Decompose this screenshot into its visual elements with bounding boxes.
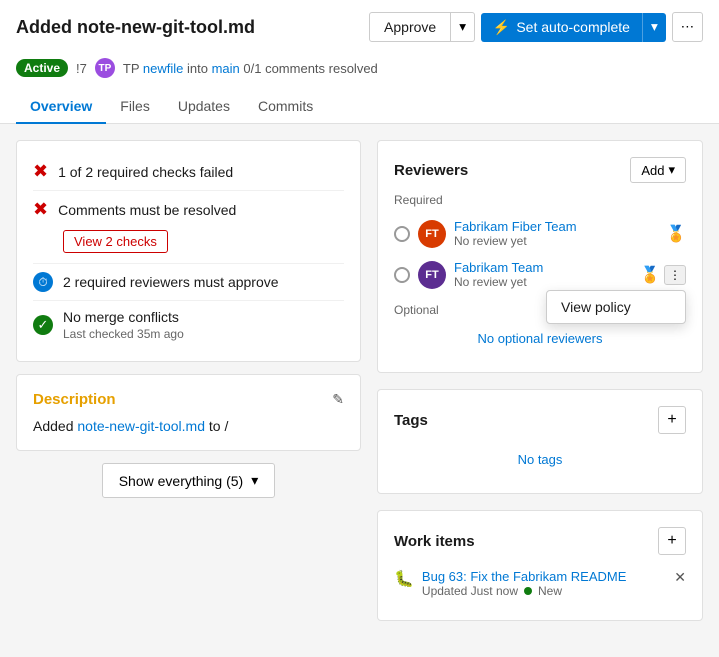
work-item-info-1: Bug 63: Fix the Fabrikam README Updated … [422, 569, 666, 598]
check-comments: ✖ Comments must be resolved [33, 199, 344, 220]
reviewer-item-2: FT Fabrikam Team No review yet 🏅 ⋮ View … [394, 254, 686, 295]
show-everything-button[interactable]: Show everything (5) ▾ [102, 463, 276, 498]
tags-card: Tags + No tags [377, 389, 703, 494]
autocomplete-btn-group: ⚡ Set auto-complete ▾ [481, 13, 666, 42]
context-menu: View policy [546, 290, 686, 324]
status-badge: Active [16, 59, 68, 77]
tab-updates[interactable]: Updates [164, 90, 244, 124]
branch-link[interactable]: newfile [143, 61, 183, 76]
reviewer-name-1: Fabrikam Fiber Team [454, 219, 658, 234]
chevron-down-icon: ▾ [459, 19, 466, 34]
merge-info: No merge conflicts Last checked 35m ago [63, 309, 184, 341]
description-content: Added note-new-git-tool.md to / [33, 418, 344, 434]
nav-tabs: Overview Files Updates Commits [16, 90, 703, 123]
close-work-item-button[interactable]: ✕ [674, 569, 686, 586]
tags-header: Tags + [394, 406, 686, 434]
error-icon: ✖ [33, 161, 48, 182]
reviewers-title: Reviewers [394, 162, 468, 179]
context-menu-item-view-policy[interactable]: View policy [547, 291, 685, 323]
header-actions: Approve ▾ ⚡ Set auto-complete ▾ ⋯ [369, 12, 703, 42]
header-top: Added note-new-git-tool.md Approve ▾ ⚡ S… [16, 12, 703, 42]
more-options-button[interactable]: ⋯ [672, 12, 703, 42]
chevron-down-icon: ▾ [668, 162, 675, 178]
reviewer-item-1: FT Fabrikam Fiber Team No review yet 🏅 [394, 213, 686, 254]
target-branch-link[interactable]: main [212, 61, 240, 76]
reviewer-status-1: No review yet [454, 234, 658, 248]
check-reviewers: ⏱ 2 required reviewers must approve [33, 264, 344, 301]
pr-title: Added note-new-git-tool.md [16, 17, 255, 38]
reviewer-info-1: Fabrikam Fiber Team No review yet [454, 219, 658, 248]
avatar-ft2: FT [418, 261, 446, 289]
left-column: ✖ 1 of 2 required checks failed ✖ Commen… [16, 140, 361, 621]
required-label: Required [394, 193, 686, 207]
show-everything-section: Show everything (5) ▾ [16, 463, 361, 498]
edit-icon[interactable]: ✎ [332, 391, 344, 408]
add-work-item-button[interactable]: + [658, 527, 686, 555]
ellipsis-icon: ⋯ [681, 19, 694, 34]
add-tag-button[interactable]: + [658, 406, 686, 434]
right-column: Reviewers Add ▾ Required FT Fabrikam Fib… [377, 140, 703, 621]
status-dot [524, 587, 532, 595]
bug-icon: 🐛 [394, 569, 414, 589]
view-checks-button[interactable]: View 2 checks [63, 230, 168, 253]
reviewer-actions-1: 🏅 [666, 224, 686, 244]
view-checks-section: View 2 checks [63, 226, 344, 253]
reviewer-radio-2 [394, 267, 410, 283]
add-reviewer-button[interactable]: Add ▾ [630, 157, 686, 183]
no-tags-text: No tags [394, 442, 686, 477]
approve-button[interactable]: Approve [369, 12, 451, 42]
work-items-card: Work items + 🐛 Bug 63: Fix the Fabrikam … [377, 510, 703, 621]
work-item-meta-1: Updated Just now New [422, 584, 666, 598]
check-merge: ✓ No merge conflicts Last checked 35m ag… [33, 301, 344, 349]
chevron-down-icon: ▾ [651, 19, 658, 34]
no-optional-text: No optional reviewers [394, 321, 686, 356]
reviewer-status-2: No review yet [454, 275, 632, 289]
reviewer-info-2: Fabrikam Team No review yet [454, 260, 632, 289]
pr-meta: Active !7 TP TP newfile into main 0/1 co… [16, 50, 703, 86]
autocomplete-icon: ⚡ [493, 19, 510, 36]
warning-icon: ✖ [33, 199, 48, 220]
description-link[interactable]: note-new-git-tool.md [77, 418, 205, 434]
check-comments-section: ✖ Comments must be resolved View 2 check… [33, 191, 344, 264]
success-icon: ✓ [33, 315, 53, 335]
work-items-header: Work items + [394, 527, 686, 555]
reviewers-card: Reviewers Add ▾ Required FT Fabrikam Fib… [377, 140, 703, 373]
comments-resolved: 0/1 comments resolved [243, 61, 377, 76]
avatar: TP [95, 58, 115, 78]
avatar-ft1: FT [418, 220, 446, 248]
vote-icon-2: 🏅 [640, 265, 660, 285]
work-item-1: 🐛 Bug 63: Fix the Fabrikam README Update… [394, 563, 686, 604]
work-item-title-1: Bug 63: Fix the Fabrikam README [422, 569, 666, 584]
reviewer-more-button[interactable]: ⋮ [664, 265, 686, 285]
check-failed-text: 1 of 2 required checks failed [58, 164, 233, 180]
description-card: Description ✎ Added note-new-git-tool.md… [16, 374, 361, 451]
chevron-down-icon: ▾ [251, 472, 258, 489]
tab-commits[interactable]: Commits [244, 90, 327, 124]
reviewer-actions-2: 🏅 ⋮ [640, 265, 686, 285]
vote-icon-1: 🏅 [666, 224, 686, 244]
approve-dropdown-button[interactable]: ▾ [451, 12, 475, 42]
description-header: Description ✎ [33, 391, 344, 408]
check-item-failed: ✖ 1 of 2 required checks failed [33, 153, 344, 191]
reviewers-header: Reviewers Add ▾ [394, 157, 686, 183]
description-title: Description [33, 391, 116, 408]
checks-card: ✖ 1 of 2 required checks failed ✖ Commen… [16, 140, 361, 362]
pr-id: !7 [76, 61, 87, 76]
reviewer-name-2: Fabrikam Team [454, 260, 632, 275]
reviewer-radio-1 [394, 226, 410, 242]
set-autocomplete-button[interactable]: ⚡ Set auto-complete [481, 13, 642, 42]
tab-overview[interactable]: Overview [16, 90, 106, 124]
clock-icon: ⏱ [33, 272, 53, 292]
main-content: ✖ 1 of 2 required checks failed ✖ Commen… [0, 124, 719, 637]
header: Added note-new-git-tool.md Approve ▾ ⚡ S… [0, 0, 719, 124]
work-items-title: Work items [394, 533, 475, 550]
approve-btn-group: Approve ▾ [369, 12, 475, 42]
autocomplete-dropdown-button[interactable]: ▾ [642, 13, 666, 42]
tab-files[interactable]: Files [106, 90, 164, 124]
tags-title: Tags [394, 412, 428, 429]
pr-meta-text: TP newfile into main 0/1 comments resolv… [123, 61, 378, 76]
